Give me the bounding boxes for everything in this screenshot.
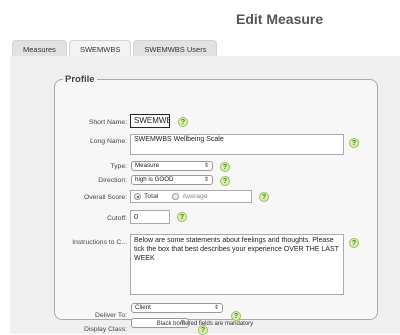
direction-select[interactable]: high is GOOD ⇕ bbox=[131, 175, 213, 185]
type-label: Type: bbox=[110, 163, 127, 170]
short-name-label: Short Name: bbox=[88, 119, 127, 126]
direction-label: Direction: bbox=[98, 177, 127, 184]
long-name-input[interactable]: SWEMWBS Wellbeing Scale bbox=[130, 134, 344, 155]
overall-score-total-label: Total bbox=[144, 193, 159, 200]
type-select[interactable]: Measure ⇕ bbox=[131, 161, 213, 171]
overall-score-average-option[interactable]: Average bbox=[172, 193, 208, 200]
page-title: Edit Measure bbox=[236, 11, 324, 27]
tab-panel: Profile Short Name: SWEMWB ? Long Name: … bbox=[10, 56, 400, 335]
type-select-value: Measure bbox=[135, 162, 160, 169]
profile-legend: Profile bbox=[65, 74, 95, 85]
help-icon[interactable]: ? bbox=[220, 176, 230, 186]
display-class-label: Display Class: bbox=[83, 326, 127, 333]
updown-arrows-icon: ⇕ bbox=[203, 163, 209, 169]
overall-score-group: Total Average bbox=[130, 190, 252, 203]
help-icon[interactable]: ? bbox=[177, 212, 187, 222]
updown-arrows-icon: ⇕ bbox=[213, 305, 219, 311]
cutoff-label: Cutoff: bbox=[107, 215, 127, 222]
deliver-to-select[interactable]: Client ⇕ bbox=[131, 303, 223, 313]
help-icon[interactable]: ? bbox=[259, 192, 269, 202]
help-icon[interactable]: ? bbox=[349, 138, 359, 148]
long-name-label: Long Name: bbox=[89, 138, 127, 145]
mandatory-note: Black bordered fields are mandatory bbox=[156, 321, 254, 327]
profile-fieldset: Profile Short Name: SWEMWB ? Long Name: … bbox=[54, 74, 378, 335]
help-icon[interactable]: ? bbox=[220, 162, 230, 172]
help-icon[interactable]: ? bbox=[231, 311, 241, 321]
radio-unselected-icon bbox=[172, 193, 180, 200]
direction-select-value: high is GOOD bbox=[135, 176, 174, 183]
overall-score-total-option[interactable]: Total bbox=[134, 193, 158, 200]
help-icon[interactable]: ? bbox=[178, 117, 188, 127]
instructions-textarea[interactable]: Below are some statements about feelings… bbox=[130, 234, 344, 295]
overall-score-label: Overall Score: bbox=[83, 194, 127, 201]
tab-swemwbs[interactable]: SWEMWBS bbox=[68, 40, 132, 57]
overall-score-average-label: Average bbox=[182, 193, 208, 200]
short-name-input[interactable]: SWEMWB bbox=[130, 114, 170, 128]
tab-swemwbs-users[interactable]: SWEMWBS Users bbox=[133, 40, 218, 57]
deliver-to-select-value: Client bbox=[135, 304, 151, 311]
cutoff-input[interactable]: 0 bbox=[130, 210, 170, 224]
tab-measures[interactable]: Measures bbox=[12, 40, 67, 57]
deliver-to-label: Deliver To: bbox=[95, 312, 127, 319]
updown-arrows-icon: ⇕ bbox=[203, 177, 209, 183]
tab-bar: Measures SWEMWBS SWEMWBS Users bbox=[12, 40, 218, 57]
radio-selected-icon bbox=[134, 193, 141, 200]
help-icon[interactable]: ? bbox=[349, 238, 359, 248]
instructions-label: Instructions to C... bbox=[72, 239, 127, 246]
